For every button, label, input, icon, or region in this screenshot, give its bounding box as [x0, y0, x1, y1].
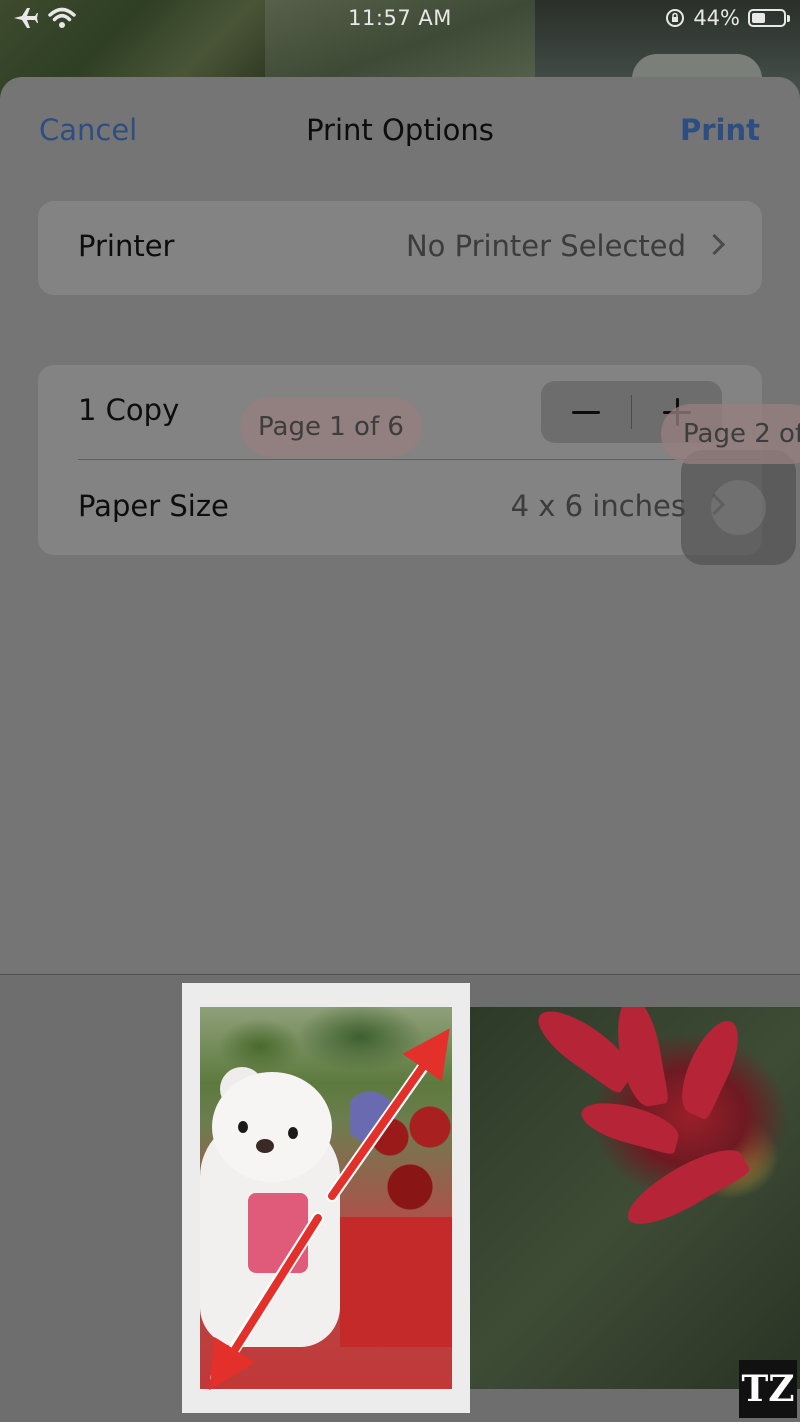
page-1-label: Page 1 of 6: [240, 397, 422, 457]
navigation-bar: Cancel Print Options Print: [0, 77, 800, 187]
print-preview-area[interactable]: [0, 974, 800, 1422]
row-divider: [78, 459, 762, 460]
page-2-label: Page 2 of 6: [661, 404, 800, 464]
print-button[interactable]: Print: [680, 113, 760, 147]
options-group: 1 Copy Paper Size 4 x 6 inches: [38, 365, 762, 555]
watermark-logo: TZ: [739, 1360, 797, 1418]
chevron-right-icon: [703, 233, 726, 256]
battery-percent: 44%: [693, 6, 740, 30]
page-1-image: [200, 1007, 452, 1389]
printer-group: Printer No Printer Selected: [38, 201, 762, 295]
printer-value: No Printer Selected: [405, 229, 686, 263]
battery-icon: [748, 9, 790, 27]
minus-icon[interactable]: [541, 381, 631, 443]
print-options-sheet: Cancel Print Options Print Printer No Pr…: [0, 77, 800, 1422]
page-1-preview[interactable]: [182, 983, 470, 1413]
status-bar: 11:57 AM 44%: [0, 0, 800, 40]
page-2-preview[interactable]: [470, 1007, 800, 1389]
paper-size-label: Paper Size: [78, 489, 229, 523]
touch-indicator: [681, 450, 796, 565]
printer-label: Printer: [78, 229, 175, 263]
paper-size-row[interactable]: Paper Size 4 x 6 inches: [38, 461, 762, 555]
printer-row[interactable]: Printer No Printer Selected: [38, 201, 762, 295]
paper-size-value: 4 x 6 inches: [510, 489, 686, 523]
copies-label: 1 Copy: [78, 393, 180, 427]
orientation-lock-icon: [666, 9, 685, 27]
